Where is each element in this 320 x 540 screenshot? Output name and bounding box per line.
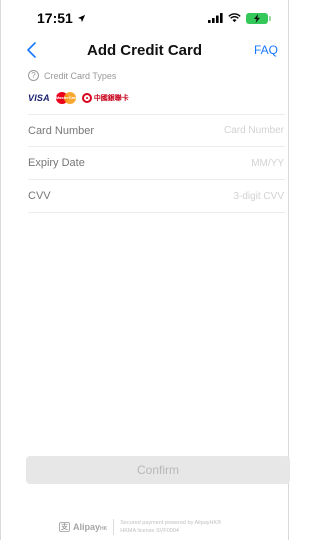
card-number-label: Card Number — [28, 124, 95, 137]
credit-card-types-header[interactable]: ? Credit Card Types — [28, 70, 116, 81]
footer-divider — [113, 519, 115, 535]
license-line: HKMA license SVF0004 — [120, 528, 179, 534]
alipayhk-logo: 支 AlipayHK — [59, 522, 107, 532]
status-bar: 17:51 — [1, 0, 288, 36]
add-credit-card-screen: 17:51 Add Credit Card FAQ ? Credit Card … — [0, 0, 290, 540]
alipay-icon: 支 — [59, 522, 70, 532]
expiry-date-label: Expiry Date — [28, 157, 85, 169]
page-title: Add Credit Card — [86, 41, 202, 59]
status-time-group: 17:51 — [37, 10, 86, 26]
status-time: 17:51 — [37, 10, 73, 26]
alipayhk-wordmark: AlipayHK — [73, 522, 107, 532]
confirm-button[interactable]: Confirm — [26, 456, 290, 484]
card-number-row: Card Number — [28, 114, 285, 147]
alipay-brand-suffix: HK — [100, 526, 108, 532]
unionpay-logo-text: 中國銀聯卡 — [93, 95, 129, 102]
visa-logo: VISA — [28, 93, 50, 103]
nav-bar: Add Credit Card FAQ — [1, 36, 288, 64]
powered-by-line: Secured payment powered by AlipayHK® — [120, 520, 222, 526]
faq-link[interactable]: FAQ — [254, 43, 278, 57]
unionpay-mark-icon — [81, 93, 92, 103]
battery-charging-icon — [246, 12, 271, 24]
card-brand-logos: VISA MasterCard 中國銀聯卡 — [28, 92, 129, 104]
status-indicators — [208, 12, 271, 24]
signal-icon — [208, 13, 223, 23]
credit-card-form: Card Number Expiry Date CVV — [28, 114, 285, 213]
credit-card-types-label: Credit Card Types — [44, 70, 117, 81]
question-circle-icon: ? — [28, 70, 39, 81]
location-arrow-icon — [77, 14, 85, 22]
wifi-icon — [228, 13, 241, 23]
mastercard-logo: MasterCard — [55, 92, 78, 104]
footer: 支 AlipayHK Secured payment powered by Al… — [59, 519, 221, 535]
unionpay-logo: 中國銀聯卡 — [81, 93, 129, 103]
card-number-input[interactable] — [165, 125, 285, 136]
alipay-brand-name: Alipay — [73, 522, 101, 532]
expiry-date-row: Expiry Date — [28, 147, 285, 180]
cvv-input[interactable] — [165, 190, 285, 202]
cvv-row: CVV — [28, 180, 285, 213]
cvv-label: CVV — [28, 190, 51, 202]
expiry-date-input[interactable] — [165, 157, 285, 169]
mastercard-logo-text: MasterCard — [55, 95, 78, 100]
powered-by-text: Secured payment powered by AlipayHK® HKM… — [120, 519, 221, 535]
